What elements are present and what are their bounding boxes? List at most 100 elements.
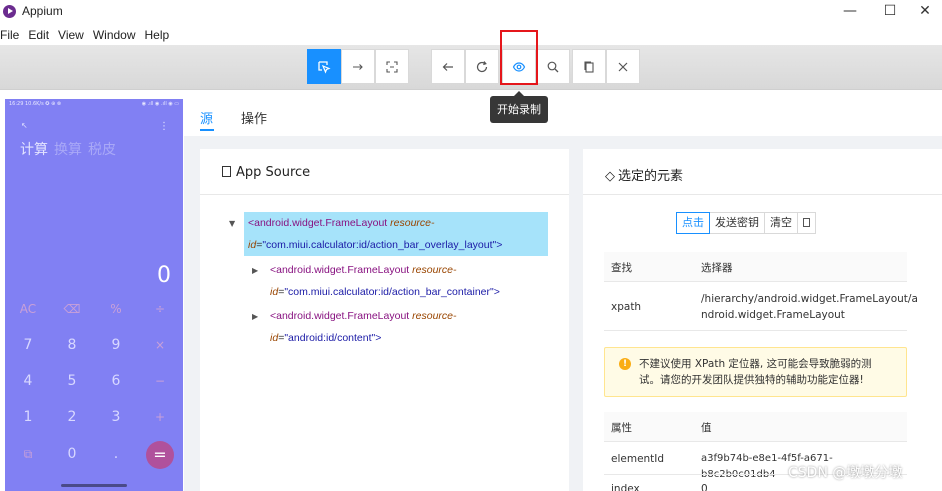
xpath-selector-value[interactable]: /hierarchy/android.widget.FrameLayout/a …	[701, 291, 918, 323]
key-equals[interactable]: =	[146, 441, 174, 469]
key-minus[interactable]: −	[140, 371, 180, 391]
app-source-title: App Source	[236, 165, 311, 180]
selected-element-title: 选定的元素	[618, 169, 684, 184]
key-4[interactable]: 4	[8, 371, 48, 391]
key-9[interactable]: 9	[96, 335, 136, 355]
phone-nav-bar	[61, 484, 127, 487]
search-button[interactable]	[536, 49, 570, 84]
warning-text: 不建议使用 XPath 定位器, 这可能会导致脆弱的测 试。请您的开发团队提供独…	[639, 356, 899, 388]
collapse-caret-icon[interactable]: ▶	[252, 266, 258, 275]
key-divide[interactable]: ÷	[140, 299, 180, 319]
toolbar	[0, 45, 942, 90]
node-value: "android:id/content">	[284, 332, 382, 344]
selected-element-header: ◇ 选定的元素	[605, 165, 683, 184]
key-switch-mode[interactable]: ⧉	[8, 444, 48, 464]
tree-node-2[interactable]: <android.widget.FrameLayout resource-	[270, 259, 457, 281]
maximize-button[interactable]: ☐	[870, 0, 910, 24]
refresh-button[interactable]	[465, 49, 499, 84]
key-decimal[interactable]: .	[96, 444, 136, 464]
swipe-icon	[353, 63, 363, 70]
phone-status-bar: 16:29 10.6K/s ✪ ⊕ ⊗ ◉ .ıll ◉ .ıll ◉ ▭	[9, 101, 179, 111]
node-value: "com.miui.calculator:id/action_bar_conta…	[284, 286, 500, 298]
node-attr: resource-	[412, 310, 457, 322]
appium-logo-icon	[3, 5, 16, 18]
node-attr-id: id	[270, 332, 279, 344]
tab-source[interactable]: 源	[200, 108, 213, 127]
node-tag: <android.widget.FrameLayout	[270, 264, 410, 276]
key-1[interactable]: 1	[8, 407, 48, 427]
send-keys-button[interactable]: 发送密钥	[709, 212, 765, 234]
close-window-button[interactable]: ✕	[905, 0, 942, 24]
quit-session-button[interactable]	[606, 49, 640, 84]
copy-icon	[803, 218, 810, 227]
start-recording-button[interactable]	[502, 49, 536, 84]
menu-view[interactable]: View	[58, 28, 87, 42]
node-value: "com.miui.calculator:id/action_bar_overl…	[262, 239, 503, 251]
value-col-header: 值	[701, 422, 712, 434]
node-attr: resource-	[390, 217, 435, 229]
panel-divider	[200, 194, 569, 195]
key-ac[interactable]: AC	[8, 299, 48, 319]
collapse-caret-icon[interactable]: ▶	[252, 312, 258, 321]
tree-node-2-cont[interactable]: id="com.miui.calculator:id/action_bar_co…	[270, 281, 500, 303]
key-3[interactable]: 3	[96, 407, 136, 427]
menu-help[interactable]: Help	[145, 28, 173, 42]
swipe-button[interactable]	[341, 49, 375, 84]
key-7[interactable]: 7	[8, 335, 48, 355]
tree-node-1[interactable]: <android.widget.FrameLayout resource-	[248, 212, 435, 234]
search-icon	[547, 61, 559, 72]
phone-collapse-icon: ↖	[21, 121, 28, 130]
tree-node-3[interactable]: <android.widget.FrameLayout resource-	[270, 305, 457, 327]
key-8[interactable]: 8	[52, 335, 92, 355]
app-source-header: App Source	[222, 165, 310, 180]
phone-calc-tabs: 计算 换算 税皮	[20, 139, 116, 159]
phone-tab-convert[interactable]: 换算	[54, 139, 82, 159]
xpath-line-1: /hierarchy/android.widget.FrameLayout/a	[701, 293, 918, 305]
attr-value-index[interactable]: 0	[701, 481, 901, 491]
clear-button[interactable]: 清空	[764, 212, 798, 234]
select-icon	[318, 60, 331, 74]
back-button[interactable]	[431, 49, 465, 84]
refresh-icon	[476, 60, 488, 72]
phone-tab-tax[interactable]: 税皮	[88, 139, 116, 159]
record-tooltip: 开始录制	[490, 91, 548, 123]
copy-attributes-button[interactable]	[797, 212, 816, 234]
tab-ink-bar	[200, 129, 214, 131]
warning-line-2: 试。请您的开发团队提供独特的辅助功能定位器!	[639, 374, 864, 386]
xpath-warning: ! 不建议使用 XPath 定位器, 这可能会导致脆弱的测 试。请您的开发团队提…	[604, 347, 907, 397]
tree-node-3-cont[interactable]: id="android:id/content">	[270, 327, 381, 349]
menu-file[interactable]: File	[0, 28, 22, 42]
key-2[interactable]: 2	[52, 407, 92, 427]
expand-caret-icon[interactable]: ▼	[229, 219, 235, 228]
key-plus[interactable]: +	[140, 407, 180, 427]
tap-coordinates-button[interactable]	[375, 49, 409, 84]
key-5[interactable]: 5	[52, 371, 92, 391]
menu-edit[interactable]: Edit	[28, 28, 52, 42]
panel-divider	[583, 194, 942, 195]
tree-node-1-cont[interactable]: id="com.miui.calculator:id/action_bar_ov…	[248, 234, 502, 256]
file-icon	[222, 166, 231, 177]
phone-tab-calculate[interactable]: 计算	[20, 139, 48, 159]
node-attr-id: id	[248, 239, 257, 251]
key-6[interactable]: 6	[96, 371, 136, 391]
menu-window[interactable]: Window	[93, 28, 139, 42]
key-backspace[interactable]: ⌫	[52, 299, 92, 319]
device-screenshot[interactable]: 16:29 10.6K/s ✪ ⊕ ⊗ ◉ .ıll ◉ .ıll ◉ ▭ ↖ …	[5, 99, 183, 491]
key-multiply[interactable]: ×	[140, 335, 180, 355]
phone-status-right: ◉ .ıll ◉ .ıll ◉ ▭	[141, 101, 179, 107]
attribute-col-header: 属性	[611, 422, 632, 434]
tab-actions[interactable]: 操作	[241, 108, 267, 127]
copy-xml-button[interactable]	[572, 49, 606, 84]
key-percent[interactable]: %	[96, 299, 136, 319]
copy-icon	[584, 60, 594, 73]
back-icon	[442, 62, 453, 71]
key-0[interactable]: 0	[52, 444, 92, 464]
minimize-button[interactable]: —	[830, 0, 870, 24]
select-element-button[interactable]	[307, 49, 341, 84]
tap-coordinates-icon	[386, 60, 398, 73]
tap-button[interactable]: 点击	[676, 212, 710, 234]
selector-col-header: 选择器	[701, 262, 733, 274]
xpath-line-2: ndroid.widget.FrameLayout	[701, 309, 845, 321]
csdn-watermark: CSDN @墩墩分墩	[788, 465, 903, 481]
attr-key-index: index	[611, 483, 640, 491]
